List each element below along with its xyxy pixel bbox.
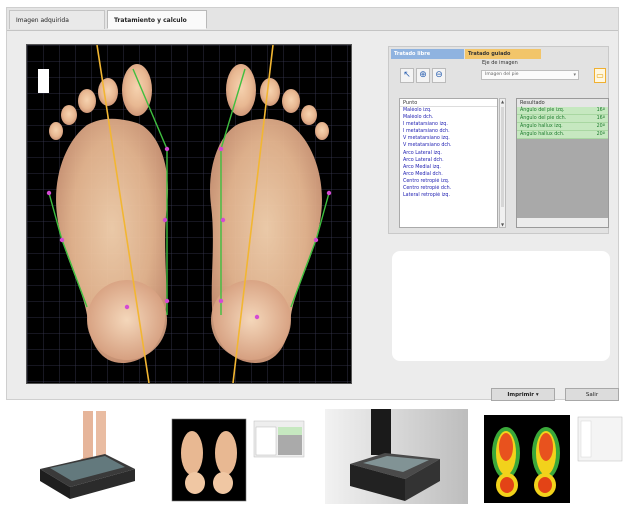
list-item[interactable]: I metatarsiano dch. xyxy=(400,128,497,135)
table-row: Ángulo hallux dch. 20º xyxy=(517,131,608,140)
imprimir-button[interactable]: Imprimir ▾ xyxy=(491,388,555,401)
app-window: Imagen adquirida Tratamiento y calculo T… xyxy=(6,7,619,401)
thumbnail-platform-standing xyxy=(10,409,150,504)
foot-scan-canvas[interactable] xyxy=(26,44,352,384)
tab-imagen-adquirida[interactable]: Imagen adquirida xyxy=(9,10,105,29)
imprimir-label: Imprimir xyxy=(507,392,534,398)
scrollbar-thumb[interactable] xyxy=(501,107,504,207)
list-item[interactable]: V metatarsiano izq. xyxy=(400,135,497,142)
result-value: 16º xyxy=(596,108,605,113)
result-value: 16º xyxy=(596,116,605,122)
thumbnail-person-on-platform xyxy=(325,409,468,504)
list-item[interactable]: Centro retropié dch. xyxy=(400,185,497,192)
result-value: 20º xyxy=(596,124,605,130)
thumbnail-pressure-map xyxy=(482,409,625,504)
result-label: Ángulo del pie dch. xyxy=(520,116,567,122)
puntos-list[interactable]: Punto Maléolo izq. Maléolo dch. I metata… xyxy=(399,98,498,228)
eje-imagen-select-value: Imagen del pie xyxy=(485,72,519,77)
resultados-header: Resultado xyxy=(517,99,608,107)
scroll-up-icon[interactable]: ▲ xyxy=(500,99,505,104)
list-item[interactable]: Maléolo dch. xyxy=(400,114,497,121)
zoom-in-icon[interactable]: ⊕ xyxy=(416,68,430,83)
scroll-down-icon[interactable]: ▼ xyxy=(500,222,505,227)
result-value: 20º xyxy=(596,132,605,138)
resultados-table: Resultado Ángulo del pie izq. 16º Ángulo … xyxy=(516,98,609,228)
result-label: Ángulo del pie izq. xyxy=(520,108,565,113)
lock-icon[interactable]: ▭ xyxy=(594,68,606,83)
result-label: Ángulo hallux izq. xyxy=(520,124,563,130)
eje-imagen-label: Eje de imagen xyxy=(482,60,518,66)
list-item[interactable]: Arco Lateral izq. xyxy=(400,150,497,157)
tools-panel: Tratado libre Tratado guiado Eje de imag… xyxy=(388,46,609,234)
chevron-down-icon: ▾ xyxy=(535,392,539,398)
puntos-scrollbar[interactable]: ▲ ▼ xyxy=(499,98,506,228)
result-label: Ángulo hallux dch. xyxy=(520,132,565,138)
cursor-arrow-icon[interactable]: ↖ xyxy=(400,68,414,83)
list-item[interactable]: Arco Medial izq. xyxy=(400,164,497,171)
results-scrollbar[interactable] xyxy=(517,218,608,227)
tab-bar: Imagen adquirida Tratamiento y calculo xyxy=(7,8,618,31)
salir-button[interactable]: Salir xyxy=(565,388,619,401)
zoom-out-icon[interactable]: ⊖ xyxy=(432,68,446,83)
puntos-list-header: Punto xyxy=(400,99,497,107)
reference-marker xyxy=(38,69,49,93)
blank-area xyxy=(392,251,610,361)
list-item[interactable]: Lateral retropié izq. xyxy=(400,192,497,199)
eje-imagen-select[interactable]: Imagen del pie ▾ xyxy=(481,70,579,80)
list-item[interactable]: Arco Medial dch. xyxy=(400,171,497,178)
table-row: Ángulo hallux izq. 20º xyxy=(517,123,608,132)
list-item[interactable]: Arco Lateral dch. xyxy=(400,157,497,164)
list-item[interactable]: Centro retropié izq. xyxy=(400,178,497,185)
tab-tratamiento-calculo[interactable]: Tratamiento y calculo xyxy=(107,10,207,29)
list-item[interactable]: I metatarsiano izq. xyxy=(400,121,497,128)
chevron-down-icon: ▾ xyxy=(573,72,576,78)
table-row: Ángulo del pie dch. 16º xyxy=(517,115,608,124)
foot-scan-image xyxy=(27,45,351,383)
table-row: Ángulo del pie izq. 16º xyxy=(517,107,608,116)
list-item[interactable]: Maléolo izq. xyxy=(400,107,497,114)
thumbnail-software-screen xyxy=(170,409,310,504)
tab-tratado-libre[interactable]: Tratado libre xyxy=(391,49,464,59)
list-item[interactable]: V metatarsiano dch. xyxy=(400,142,497,149)
tab-tratado-guiado[interactable]: Tratado guiado xyxy=(465,49,541,59)
